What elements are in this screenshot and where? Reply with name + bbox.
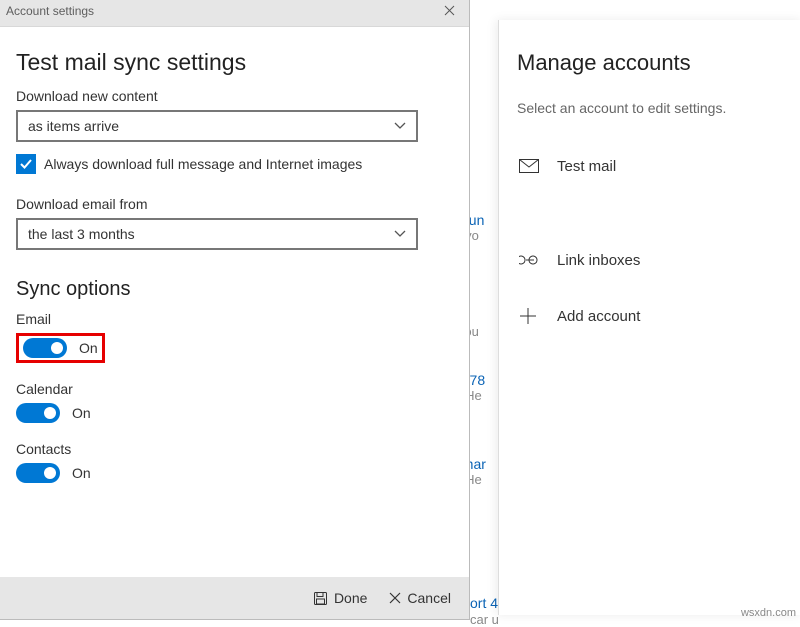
- manage-accounts-subtitle: Select an account to edit settings.: [517, 100, 785, 116]
- select-value: the last 3 months: [28, 226, 135, 242]
- done-label: Done: [334, 590, 367, 606]
- close-icon: [444, 5, 455, 16]
- dialog-footer: Done Cancel: [0, 577, 469, 619]
- dialog-header: Account settings: [0, 0, 469, 27]
- email-toggle[interactable]: [23, 338, 67, 358]
- link-inboxes-label: Link inboxes: [557, 252, 640, 269]
- calendar-toggle[interactable]: [16, 403, 60, 423]
- account-settings-dialog: Account settings Test mail sync settings…: [0, 0, 470, 620]
- select-value: as items arrive: [28, 118, 119, 134]
- calendar-toggle-label: Calendar: [16, 381, 449, 397]
- bg-text: car u: [470, 612, 499, 627]
- check-icon: [19, 157, 33, 171]
- plus-icon: [519, 307, 545, 325]
- contacts-toggle-label: Contacts: [16, 441, 449, 457]
- cancel-label: Cancel: [407, 590, 451, 606]
- email-toggle-label: Email: [16, 311, 449, 327]
- toggle-knob: [44, 467, 56, 479]
- toggle-knob: [51, 342, 63, 354]
- dialog-title: Account settings: [6, 4, 94, 18]
- download-email-from-select[interactable]: the last 3 months: [16, 218, 418, 250]
- mail-icon: [519, 159, 545, 173]
- contacts-toggle[interactable]: [16, 463, 60, 483]
- watermark: wsxdn.com: [741, 607, 796, 619]
- manage-accounts-title: Manage accounts: [517, 50, 785, 76]
- always-download-label: Always download full message and Interne…: [44, 156, 362, 172]
- calendar-toggle-state: On: [72, 405, 91, 421]
- sync-options-title: Sync options: [16, 278, 449, 301]
- close-button[interactable]: [440, 3, 459, 19]
- always-download-checkbox[interactable]: [16, 154, 36, 174]
- manage-accounts-panel: Manage accounts Select an account to edi…: [498, 20, 800, 615]
- contacts-toggle-state: On: [72, 465, 91, 481]
- cancel-button[interactable]: Cancel: [383, 586, 457, 610]
- link-icon: [519, 254, 545, 266]
- page-title: Test mail sync settings: [16, 49, 449, 76]
- add-account-label: Add account: [557, 308, 640, 325]
- download-new-content-select[interactable]: as items arrive: [16, 110, 418, 142]
- close-icon: [389, 592, 401, 604]
- chevron-down-icon: [394, 228, 406, 240]
- download-email-from-label: Download email from: [16, 196, 449, 212]
- chevron-down-icon: [394, 120, 406, 132]
- add-account-item[interactable]: Add account: [517, 288, 785, 344]
- link-inboxes-item[interactable]: Link inboxes: [517, 232, 785, 288]
- email-toggle-state: On: [79, 340, 98, 356]
- download-new-content-label: Download new content: [16, 88, 449, 104]
- done-button[interactable]: Done: [307, 586, 373, 610]
- account-item-label: Test mail: [557, 158, 616, 175]
- email-toggle-highlight: On: [16, 333, 105, 363]
- save-icon: [313, 591, 328, 606]
- toggle-knob: [44, 407, 56, 419]
- account-item-test-mail[interactable]: Test mail: [517, 138, 785, 194]
